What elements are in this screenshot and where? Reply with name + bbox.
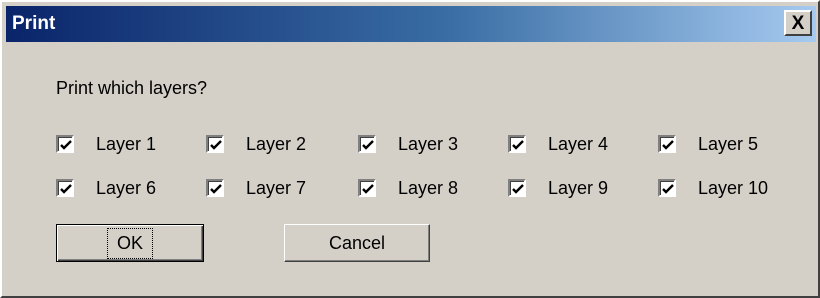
layer-5-label: Layer 5	[698, 134, 759, 154]
layer-4-checkbox[interactable]: Layer 4	[508, 132, 608, 156]
checkbox-box[interactable]	[658, 135, 676, 153]
window-title: Print	[12, 13, 56, 34]
checkmark-icon	[362, 184, 374, 194]
checkbox-box[interactable]	[358, 135, 376, 153]
ok-button[interactable]: OK	[56, 224, 204, 262]
ok-button-label: OK	[106, 227, 154, 259]
prompt-text: Print which layers?	[56, 78, 208, 98]
checkmark-icon	[362, 140, 374, 150]
checkmark-icon	[662, 140, 674, 150]
cancel-button[interactable]: Cancel	[284, 224, 430, 262]
checkmark-icon	[210, 184, 222, 194]
checkmark-icon	[210, 140, 222, 150]
checkbox-box[interactable]	[56, 135, 74, 153]
layer-2-checkbox[interactable]: Layer 2	[206, 132, 306, 156]
layer-2-label: Layer 2	[246, 134, 307, 154]
checkbox-box[interactable]	[206, 135, 224, 153]
print-dialog: Print X Print which layers? Layer 1 Laye…	[0, 0, 820, 298]
layer-9-checkbox[interactable]: Layer 9	[508, 176, 608, 200]
layer-1-checkbox[interactable]: Layer 1	[56, 132, 156, 156]
layer-3-label: Layer 3	[398, 134, 459, 154]
checkbox-box[interactable]	[206, 179, 224, 197]
layer-3-checkbox[interactable]: Layer 3	[358, 132, 458, 156]
checkbox-box[interactable]	[508, 135, 526, 153]
checkmark-icon	[60, 140, 72, 150]
layer-1-label: Layer 1	[96, 134, 157, 154]
checkmark-icon	[512, 140, 524, 150]
checkmark-icon	[512, 184, 524, 194]
cancel-button-label: Cancel	[328, 232, 386, 253]
layer-4-label: Layer 4	[548, 134, 609, 154]
layer-8-checkbox[interactable]: Layer 8	[358, 176, 458, 200]
layer-6-checkbox[interactable]: Layer 6	[56, 176, 156, 200]
close-button[interactable]: X	[784, 10, 812, 36]
layer-9-label: Layer 9	[548, 178, 609, 198]
layer-7-label: Layer 7	[246, 178, 307, 198]
checkbox-box[interactable]	[358, 179, 376, 197]
checkmark-icon	[662, 184, 674, 194]
checkbox-box[interactable]	[658, 179, 676, 197]
layer-7-checkbox[interactable]: Layer 7	[206, 176, 306, 200]
checkbox-box[interactable]	[56, 179, 74, 197]
checkbox-box[interactable]	[508, 179, 526, 197]
layer-8-label: Layer 8	[398, 178, 459, 198]
layer-6-label: Layer 6	[96, 178, 157, 198]
layer-5-checkbox[interactable]: Layer 5	[658, 132, 758, 156]
layer-10-checkbox[interactable]: Layer 10	[658, 176, 768, 200]
close-icon: X	[791, 12, 805, 34]
title-bar: Print X	[6, 6, 816, 42]
layer-10-label: Layer 10	[698, 178, 769, 198]
checkmark-icon	[60, 184, 72, 194]
